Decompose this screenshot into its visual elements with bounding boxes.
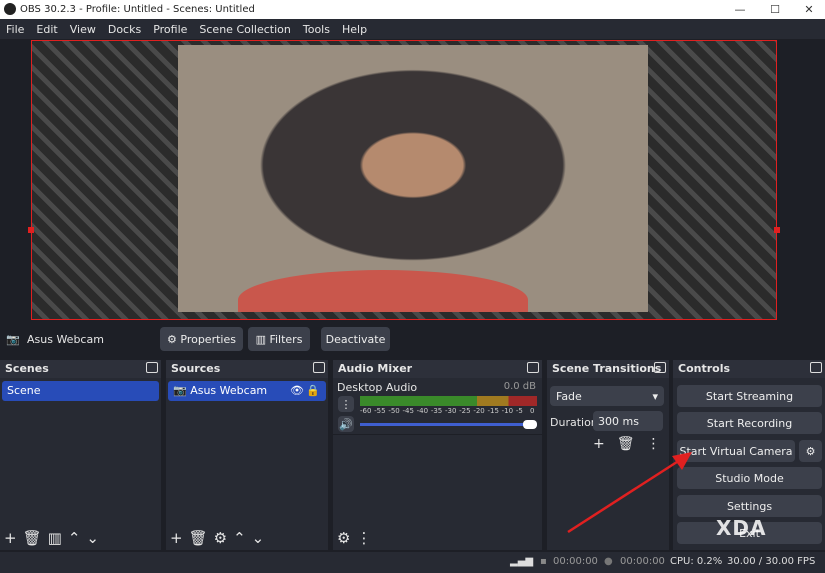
record-indicator-icon: ●	[604, 556, 613, 567]
network-signal-icon: ▂▄▆	[510, 556, 534, 567]
arrow-head	[672, 452, 692, 470]
cpu-usage: CPU: 0.2%	[670, 556, 723, 567]
fps: 30.00 / 30.00 FPS	[727, 556, 816, 567]
status-bar: ▂▄▆ ▪ 00:00:00 ● 00:00:00 CPU: 0.2% 30.0…	[0, 552, 825, 573]
arrow-shaft	[567, 458, 681, 534]
stream-indicator-icon: ▪	[540, 556, 547, 567]
stream-time: 00:00:00	[553, 556, 598, 567]
annotation-arrow	[567, 452, 692, 534]
record-time: 00:00:00	[620, 556, 665, 567]
